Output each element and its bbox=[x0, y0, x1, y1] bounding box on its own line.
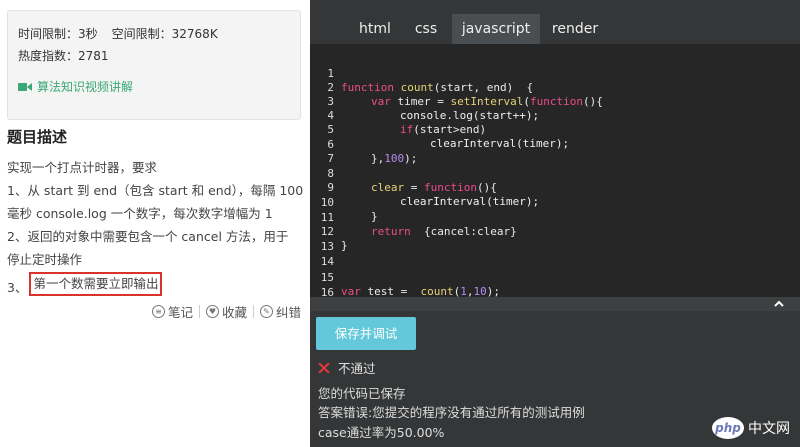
heart-icon: ♥ bbox=[205, 305, 219, 318]
saved-message: 您的代码已保存 bbox=[318, 386, 406, 401]
code-line: 3 console.log(start++); bbox=[310, 81, 539, 122]
watermark-text: 中文网 bbox=[748, 421, 790, 437]
desc-line: 1、从 start 到 end（包含 start 和 end），每隔 100 bbox=[7, 183, 304, 198]
note-button[interactable]: ≡ 笔记 bbox=[151, 302, 193, 321]
code-text: clearInterval(timer); bbox=[430, 137, 570, 150]
code-text: },100); bbox=[371, 152, 418, 165]
video-camera-icon bbox=[18, 82, 32, 91]
item3-prefix: 3、 bbox=[7, 280, 28, 295]
result-panel: 保存并调试 不通过 您的代码已保存 答案错误:您提交的程序没有通过所有的测试用例… bbox=[310, 311, 800, 447]
result-status: 不通过 bbox=[318, 358, 376, 377]
section-title: 题目描述 bbox=[7, 128, 68, 146]
problem-actions: ≡ 笔记 ♥ 收藏 ✎ 纠错 bbox=[151, 302, 301, 321]
error-message: 答案错误:您提交的程序没有通过所有的测试用例 bbox=[318, 405, 585, 420]
code-line: 10 } bbox=[310, 182, 378, 223]
editor-scroll-strip[interactable] bbox=[310, 297, 800, 311]
code-text: function count(start, end) { bbox=[341, 81, 534, 94]
desc-line: 毫秒 console.log 一个数字，每次数字增幅为 1 bbox=[7, 206, 273, 221]
code-line: 12 } bbox=[310, 211, 350, 252]
save-and-debug-button[interactable]: 保存并调试 bbox=[316, 317, 416, 350]
code-line: 6 },100); bbox=[310, 124, 417, 165]
site-watermark: php 中文网 bbox=[712, 417, 790, 439]
space-limit: 空间限制：32768K bbox=[111, 27, 218, 41]
code-text: var timer = setInterval(function(){ bbox=[371, 95, 603, 108]
divider bbox=[198, 305, 200, 318]
video-lesson-link[interactable]: 算法知识视频讲解 bbox=[18, 78, 133, 95]
note-label: 笔记 bbox=[167, 305, 193, 320]
report-button[interactable]: ✎ 纠错 bbox=[259, 302, 301, 321]
code-text: console.log(start++); bbox=[400, 109, 540, 122]
divider bbox=[252, 305, 254, 318]
code-line: 11 return {cancel:clear} bbox=[310, 197, 517, 238]
code-text: return {cancel:clear} bbox=[371, 225, 517, 238]
favorite-label: 收藏 bbox=[221, 305, 247, 320]
desc-line-item3: 3、 第一个数需要立即输出 bbox=[7, 272, 303, 300]
pass-rate: case通过率为50.00% bbox=[318, 425, 445, 440]
code-panel: html css javascript render 1 function co… bbox=[310, 0, 800, 447]
code-line: 15 var test = count(1,10); bbox=[310, 257, 500, 298]
chevron-up-icon[interactable] bbox=[774, 299, 784, 309]
hot-index: 热度指数：2781 bbox=[18, 49, 109, 63]
desc-line: 实现一个打点计时器，要求 bbox=[7, 160, 158, 175]
report-label: 纠错 bbox=[275, 305, 301, 320]
code-line: 9 clearInterval(timer); bbox=[310, 167, 539, 208]
problem-panel: 时间限制：3秒 空间限制：32768K 热度指数：2781 算法知识视频讲解 题目… bbox=[0, 0, 310, 447]
code-text: clearInterval(timer); bbox=[400, 195, 540, 208]
code-line: 14 bbox=[310, 241, 350, 268]
code-text: clear = function(){ bbox=[371, 181, 497, 194]
code-text: } bbox=[371, 210, 378, 223]
code-line: 8 clear = function(){ bbox=[310, 153, 496, 194]
pencil-icon: ✎ bbox=[259, 305, 273, 318]
desc-line: 停止定时操作 bbox=[7, 252, 83, 267]
code-line: 4 if(start>end) bbox=[310, 95, 486, 136]
tab-javascript[interactable]: javascript bbox=[452, 14, 540, 44]
tab-html[interactable]: html bbox=[350, 14, 400, 44]
desc-line: 2、返回的对象中需要包含一个 cancel 方法，用于 bbox=[7, 229, 289, 244]
code-line: 13 bbox=[310, 226, 350, 253]
tab-render[interactable]: render bbox=[546, 14, 604, 44]
time-limit: 时间限制：3秒 bbox=[18, 27, 98, 41]
code-line: 7 bbox=[310, 138, 350, 165]
code-line: 2 var timer = setInterval(function(){ bbox=[310, 67, 602, 108]
php-logo: php bbox=[712, 417, 744, 439]
tab-css[interactable]: css bbox=[406, 14, 446, 44]
code-line: 5 clearInterval(timer); bbox=[310, 109, 569, 150]
favorite-button[interactable]: ♥ 收藏 bbox=[205, 302, 247, 321]
code-text: if(start>end) bbox=[400, 123, 487, 136]
code-line: 16 bbox=[310, 272, 350, 299]
status-label: 不通过 bbox=[338, 361, 376, 376]
problem-info-box: 时间限制：3秒 空间限制：32768K 热度指数：2781 算法知识视频讲解 bbox=[7, 10, 301, 120]
code-editor[interactable]: 1 function count(start, end) { 2 var tim… bbox=[310, 44, 800, 299]
limits-line: 时间限制：3秒 空间限制：32768K bbox=[18, 25, 218, 42]
highlighted-requirement: 第一个数需要立即输出 bbox=[29, 272, 163, 296]
editor-tabs: html css javascript render bbox=[310, 0, 800, 44]
code-line: 1 function count(start, end) { bbox=[310, 53, 533, 94]
note-icon: ≡ bbox=[151, 305, 165, 318]
video-link-label: 算法知识视频讲解 bbox=[37, 80, 134, 94]
close-icon bbox=[318, 362, 330, 374]
